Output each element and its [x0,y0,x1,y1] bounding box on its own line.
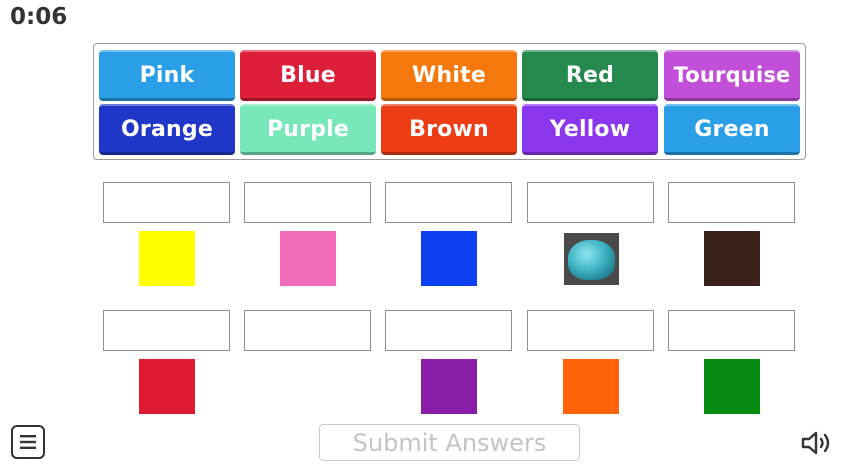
purple-swatch [421,359,477,414]
menu-button[interactable] [11,425,45,459]
answer-slot-6[interactable] [103,310,230,351]
word-tile-white[interactable]: White [381,50,517,101]
word-tile-brown[interactable]: Brown [381,104,517,155]
turquoise-pompom-image [564,233,619,285]
word-tile-tourquise[interactable]: Tourquise [664,50,800,101]
orange-swatch [563,359,619,414]
answer-slot-2[interactable] [244,182,371,223]
pink-swatch [280,231,336,286]
submit-answers-button[interactable]: Submit Answers [319,424,580,461]
word-tile-green[interactable]: Green [664,104,800,155]
word-tile-yellow[interactable]: Yellow [522,104,658,155]
blue-swatch [421,231,477,286]
red-swatch [139,359,195,414]
answer-slot-10[interactable] [668,310,795,351]
sound-button[interactable] [800,428,834,458]
answer-slot-1[interactable] [103,182,230,223]
word-tile-red[interactable]: Red [522,50,658,101]
menu-icon [20,435,36,449]
word-tile-orange[interactable]: Orange [99,104,235,155]
brown-swatch [704,231,760,286]
answer-slot-9[interactable] [527,310,654,351]
word-tile-purple[interactable]: Purple [240,104,376,155]
speaker-icon [801,431,830,455]
answer-slot-4[interactable] [527,182,654,223]
answer-slot-7[interactable] [244,310,371,351]
answer-slot-8[interactable] [385,310,512,351]
green-swatch [704,359,760,414]
word-bank: Pink Blue White Red Tourquise Orange Pur… [93,43,806,160]
timer: 0:06 [10,4,68,30]
answer-slot-3[interactable] [385,182,512,223]
word-tile-pink[interactable]: Pink [99,50,235,101]
word-tile-blue[interactable]: Blue [240,50,376,101]
yellow-swatch [139,231,195,286]
answer-slot-5[interactable] [668,182,795,223]
